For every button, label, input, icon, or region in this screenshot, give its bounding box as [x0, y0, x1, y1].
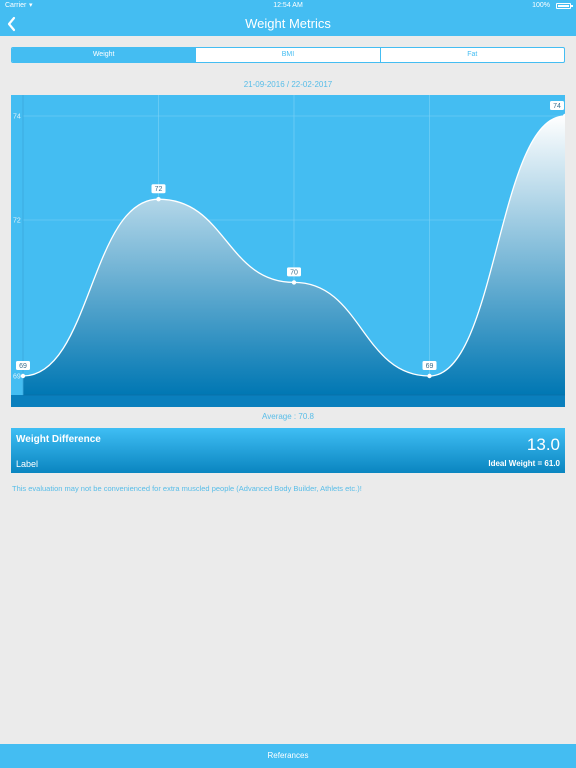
- data-label-text: 74: [553, 103, 561, 110]
- average-label: Average : 70.8: [262, 412, 314, 421]
- data-point: [156, 197, 161, 202]
- weight-chart: 74 72 69 69 72 70 69 74: [11, 95, 565, 407]
- date-range: 21-09-2016 / 22-02-2017: [243, 80, 333, 89]
- y-tick-label: 69: [13, 374, 21, 381]
- segment-bmi[interactable]: BMI: [195, 48, 379, 62]
- page-title: Weight Metrics: [245, 16, 331, 31]
- status-bar: Carrier ▾ 12:54 AM 100%: [0, 0, 576, 12]
- data-point-label: 70: [287, 267, 301, 277]
- data-label-text: 70: [290, 269, 298, 276]
- disclaimer-text: This evaluation may not be convenienced …: [12, 484, 362, 493]
- battery-percentage: 100%: [532, 2, 550, 9]
- data-point-label: 72: [151, 184, 166, 194]
- segment-fat[interactable]: Fat: [379, 48, 564, 62]
- weight-difference-title: Weight Difference: [16, 434, 101, 445]
- y-tick-label: 74: [13, 114, 21, 121]
- navigation-bar: Weight Metrics: [0, 12, 576, 36]
- ideal-weight: Ideal Weight = 61.0: [488, 459, 560, 468]
- data-label-text: 72: [155, 186, 163, 193]
- references-button[interactable]: Referances: [0, 744, 576, 768]
- y-tick-label: 72: [13, 218, 21, 225]
- weight-difference-label: Label: [16, 459, 39, 469]
- data-label-text: 69: [19, 363, 27, 370]
- metric-segmented-control: Weight BMI Fat: [11, 47, 565, 63]
- data-point-label: 74: [550, 101, 564, 110]
- data-point-label: 69: [16, 361, 30, 370]
- data-point: [291, 280, 297, 285]
- data-point-label: 69: [422, 361, 437, 370]
- data-label-text: 69: [426, 363, 434, 370]
- data-point: [427, 373, 432, 379]
- chart-baseline-band: [11, 395, 565, 407]
- battery-icon: [556, 3, 573, 9]
- data-point: [20, 373, 26, 379]
- segment-weight[interactable]: Weight: [12, 48, 196, 62]
- status-time: 12:54 AM: [273, 2, 303, 9]
- weight-difference-card: Weight Difference 13.0 Label Ideal Weigh…: [11, 428, 565, 473]
- weight-difference-value: 13.0: [526, 435, 560, 454]
